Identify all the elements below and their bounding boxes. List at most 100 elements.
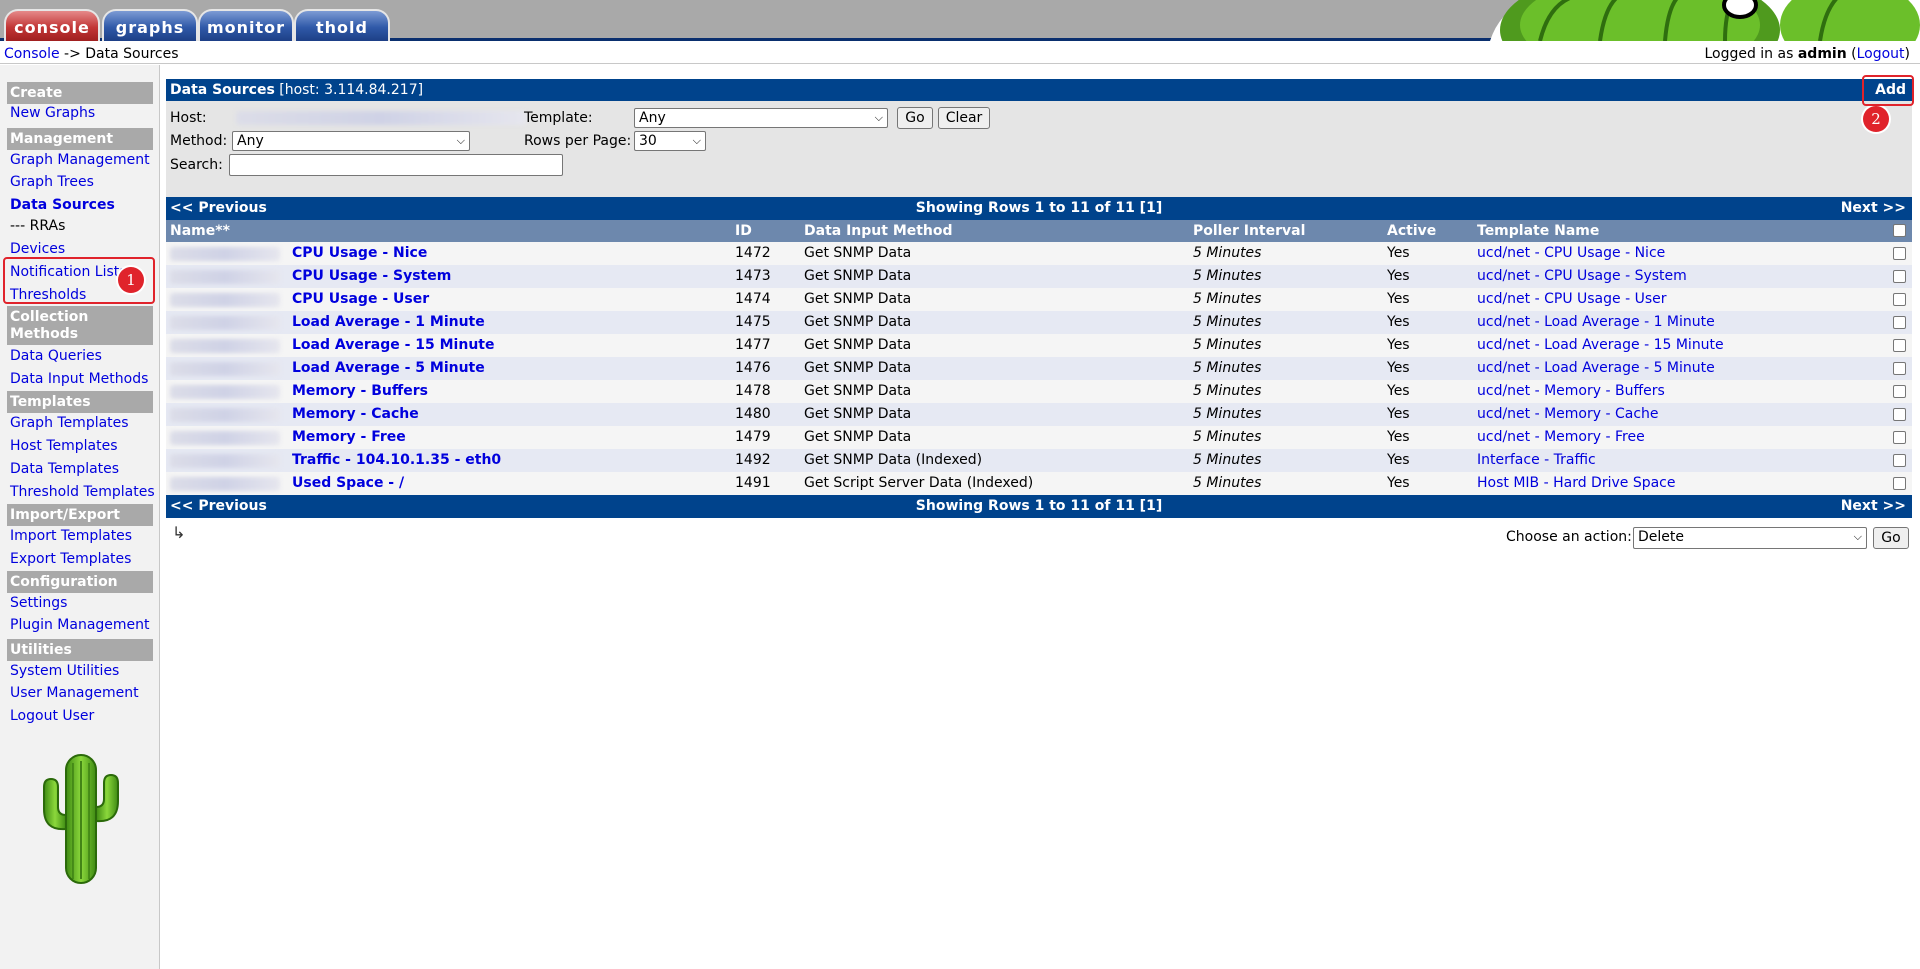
sidebar-item-graph-trees[interactable]: Graph Trees — [10, 174, 94, 191]
select-all-checkbox[interactable] — [1893, 224, 1906, 237]
cell-poller-interval: 5 Minutes — [1193, 245, 1262, 261]
row-checkbox[interactable] — [1893, 339, 1906, 352]
sidebar-item-data-input-methods[interactable]: Data Input Methods — [10, 371, 148, 388]
column-header-template-name[interactable]: Template Name — [1477, 220, 1599, 242]
template-name-link[interactable]: ucd/net - Load Average - 1 Minute — [1477, 311, 1715, 334]
action-select[interactable]: Delete ⌵ — [1633, 527, 1867, 549]
cell-id: 1491 — [735, 475, 771, 491]
panel-header: Data Sources [host: 3.114.84.217] Add — [166, 79, 1912, 101]
host-select-redacted[interactable] — [236, 111, 526, 125]
template-name-link[interactable]: ucd/net - CPU Usage - User — [1477, 288, 1667, 311]
column-header-name[interactable]: Name** — [170, 220, 230, 242]
row-checkbox[interactable] — [1893, 385, 1906, 398]
template-name-link[interactable]: ucd/net - CPU Usage - Nice — [1477, 242, 1665, 265]
data-source-name-link[interactable]: Memory - Free — [292, 426, 406, 449]
cell-id: 1492 — [735, 452, 771, 468]
panel-title: Data Sources — [170, 82, 275, 98]
column-header-poller-interval[interactable]: Poller Interval — [1193, 220, 1305, 242]
cell-method: Get SNMP Data (Indexed) — [804, 452, 983, 468]
sidebar-item-logout-user[interactable]: Logout User — [10, 708, 94, 725]
next-page-link[interactable]: Next >> — [1841, 495, 1906, 518]
template-name-link[interactable]: ucd/net - CPU Usage - System — [1477, 265, 1687, 288]
template-name-link[interactable]: Host MIB - Hard Drive Space — [1477, 472, 1675, 495]
go-button[interactable]: Go — [897, 107, 933, 129]
template-name-link[interactable]: Interface - Traffic — [1477, 449, 1596, 472]
breadcrumb-console-link[interactable]: Console — [4, 46, 60, 62]
table-row: Used Space - / 1491 Get Script Server Da… — [166, 472, 1912, 495]
row-checkbox[interactable] — [1893, 431, 1906, 444]
tab-console[interactable]: console — [4, 9, 100, 41]
row-checkbox[interactable] — [1893, 247, 1906, 260]
row-checkbox[interactable] — [1893, 293, 1906, 306]
rows-per-page-value: 30 — [639, 133, 657, 149]
column-header-active[interactable]: Active — [1387, 220, 1436, 242]
template-select[interactable]: Any ⌵ — [634, 108, 888, 128]
row-checkbox[interactable] — [1893, 362, 1906, 375]
column-header-data-input-method[interactable]: Data Input Method — [804, 220, 953, 242]
template-name-link[interactable]: ucd/net - Memory - Cache — [1477, 403, 1659, 426]
table-row: Memory - Free 1479 Get SNMP Data 5 Minut… — [166, 426, 1912, 449]
data-source-name-link[interactable]: Memory - Buffers — [292, 380, 428, 403]
data-source-name-link[interactable]: Used Space - / — [292, 472, 404, 495]
top-tab-bar: console graphs monitor thold — [0, 0, 1920, 41]
action-go-button[interactable]: Go — [1873, 527, 1909, 549]
sidebar-item-import-templates[interactable]: Import Templates — [10, 528, 132, 545]
chevron-down-icon: ⌵ — [1853, 530, 1862, 543]
sidebar-item-data-queries[interactable]: Data Queries — [10, 348, 102, 365]
sidebar-item-settings[interactable]: Settings — [10, 595, 67, 612]
cell-method: Get SNMP Data — [804, 360, 912, 376]
sidebar-item-user-management[interactable]: User Management — [10, 685, 139, 702]
row-checkbox[interactable] — [1893, 454, 1906, 467]
data-source-name-link[interactable]: CPU Usage - System — [292, 265, 451, 288]
sidebar-item-export-templates[interactable]: Export Templates — [10, 551, 131, 568]
search-input[interactable] — [229, 154, 563, 176]
column-header-id[interactable]: ID — [735, 220, 752, 242]
template-name-link[interactable]: ucd/net - Load Average - 5 Minute — [1477, 357, 1715, 380]
data-source-name-link[interactable]: CPU Usage - Nice — [292, 242, 427, 265]
tab-thold[interactable]: thold — [294, 9, 390, 41]
table-row: CPU Usage - System 1473 Get SNMP Data 5 … — [166, 265, 1912, 288]
sidebar-item-graph-templates[interactable]: Graph Templates — [10, 415, 129, 432]
cell-active: Yes — [1387, 383, 1410, 399]
sidebar-item-rras[interactable]: --- RRAs — [10, 218, 65, 235]
row-checkbox[interactable] — [1893, 270, 1906, 283]
showing-rows-text: Showing Rows 1 to 11 of 11 [1] — [915, 498, 1163, 514]
data-source-name-link[interactable]: Traffic - 104.10.1.35 - eth0 — [292, 449, 501, 472]
clear-button[interactable]: Clear — [938, 107, 990, 129]
annotation-badge-2: 2 — [1863, 106, 1889, 132]
next-page-link[interactable]: Next >> — [1841, 197, 1906, 220]
template-name-link[interactable]: ucd/net - Memory - Free — [1477, 426, 1645, 449]
data-source-name-link[interactable]: Load Average - 1 Minute — [292, 311, 485, 334]
row-checkbox[interactable] — [1893, 477, 1906, 490]
sidebar-item-new-graphs[interactable]: New Graphs — [10, 105, 95, 122]
table-row: Load Average - 5 Minute 1476 Get SNMP Da… — [166, 357, 1912, 380]
row-checkbox[interactable] — [1893, 408, 1906, 421]
rows-per-page-select[interactable]: 30 ⌵ — [634, 131, 706, 151]
cell-method: Get SNMP Data — [804, 337, 912, 353]
data-source-name-link[interactable]: CPU Usage - User — [292, 288, 429, 311]
sidebar-item-threshold-templates[interactable]: Threshold Templates — [10, 484, 155, 501]
data-source-name-link[interactable]: Load Average - 15 Minute — [292, 334, 494, 357]
row-checkbox[interactable] — [1893, 316, 1906, 329]
host-prefix-redacted — [170, 362, 280, 376]
logout-link[interactable]: Logout — [1857, 46, 1905, 62]
tab-graphs[interactable]: graphs — [102, 9, 198, 41]
tab-monitor[interactable]: monitor — [198, 9, 294, 41]
data-source-name-link[interactable]: Memory - Cache — [292, 403, 419, 426]
sidebar-item-graph-management[interactable]: Graph Management — [10, 152, 150, 169]
cell-active: Yes — [1387, 475, 1410, 491]
sidebar-item-system-utilities[interactable]: System Utilities — [10, 663, 119, 680]
cell-active: Yes — [1387, 360, 1410, 376]
sidebar-item-data-templates[interactable]: Data Templates — [10, 461, 119, 478]
cell-active: Yes — [1387, 337, 1410, 353]
sidebar-item-data-sources[interactable]: Data Sources — [10, 197, 115, 214]
sidebar-item-devices[interactable]: Devices — [10, 241, 65, 258]
template-name-link[interactable]: ucd/net - Load Average - 15 Minute — [1477, 334, 1724, 357]
cell-active: Yes — [1387, 452, 1410, 468]
template-name-link[interactable]: ucd/net - Memory - Buffers — [1477, 380, 1665, 403]
data-source-name-link[interactable]: Load Average - 5 Minute — [292, 357, 485, 380]
method-select[interactable]: Any ⌵ — [232, 131, 470, 151]
sidebar-item-host-templates[interactable]: Host Templates — [10, 438, 118, 455]
sidebar-item-plugin-management[interactable]: Plugin Management — [10, 617, 150, 634]
menu-heading-collection-methods: Collection Methods — [7, 306, 153, 345]
